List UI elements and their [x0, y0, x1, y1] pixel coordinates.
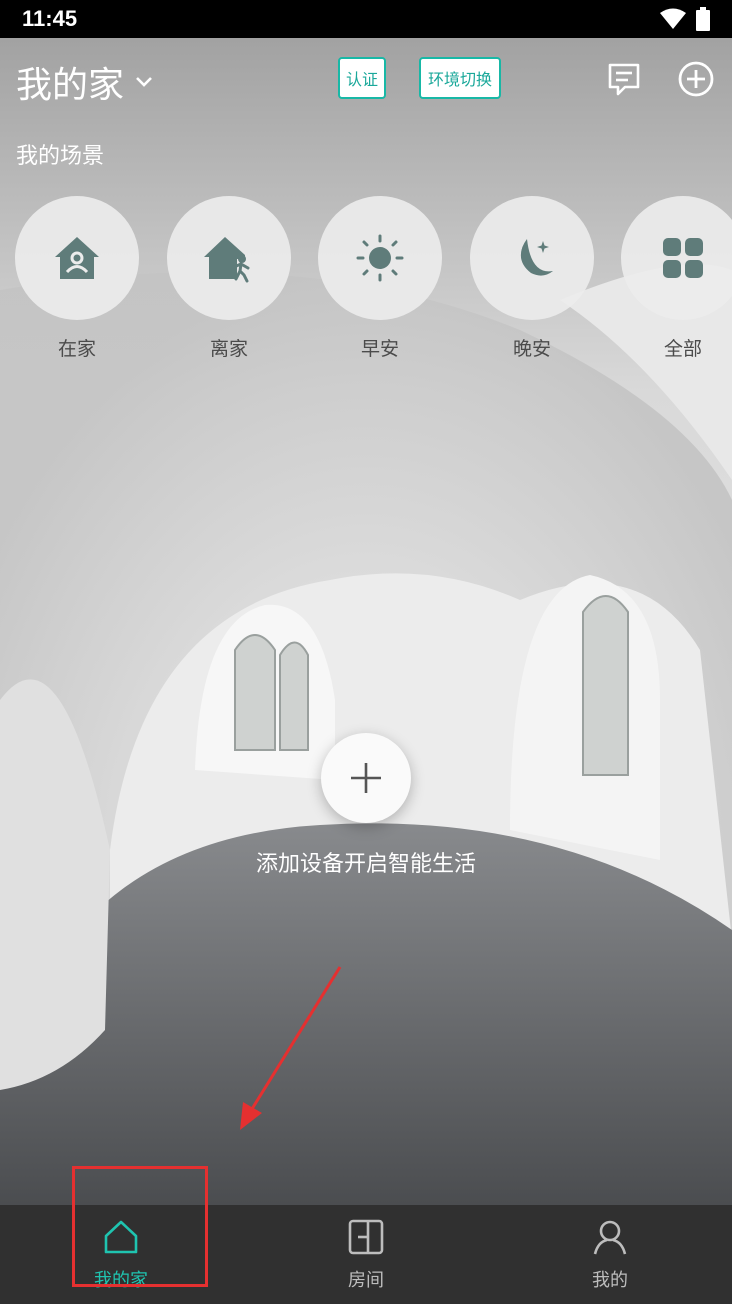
sun-icon [356, 234, 404, 282]
scene-section-title: 我的场景 [16, 144, 105, 169]
env-switch-button[interactable]: 环境切换 [419, 57, 501, 99]
scene-label: 离家 [209, 338, 248, 360]
battery-icon [696, 7, 710, 31]
nav-mine[interactable]: 我的 [540, 1205, 680, 1304]
room-icon [348, 1219, 384, 1255]
scene-list: 在家 离家 早安 晚安 全部 [0, 196, 732, 366]
system-icons [660, 7, 710, 31]
moon-icon [520, 239, 553, 276]
nav-my-home[interactable]: 我的家 [51, 1205, 191, 1304]
nav-label: 我的 [592, 1270, 628, 1291]
status-time: 11:45 [22, 6, 78, 31]
grid-icon [663, 238, 703, 278]
header: 我的家 认证 环境切换 [0, 38, 732, 122]
scene-label: 晚安 [512, 338, 551, 360]
home-selector[interactable]: 我的家 [16, 56, 154, 108]
add-device-button[interactable] [321, 733, 411, 823]
home-person-icon [55, 237, 99, 279]
home-name: 我的家 [16, 65, 125, 106]
nav-rooms[interactable]: 房间 [296, 1205, 436, 1304]
message-icon[interactable] [605, 60, 643, 98]
scene-good-night[interactable]: 晚安 [470, 196, 594, 361]
scene-label: 早安 [360, 338, 399, 360]
add-circle-icon[interactable] [677, 60, 715, 98]
status-bar: 11:45 [0, 0, 732, 38]
nav-label: 我的家 [94, 1270, 148, 1291]
profile-icon [593, 1220, 627, 1255]
chevron-down-icon [136, 77, 152, 87]
scene-label: 在家 [57, 338, 96, 360]
plus-icon [351, 763, 381, 793]
leave-home-icon [204, 237, 250, 283]
scene-leave-home[interactable]: 离家 [167, 196, 291, 361]
scene-label: 全部 [663, 338, 702, 360]
scene-at-home[interactable]: 在家 [15, 196, 139, 361]
auth-button[interactable]: 认证 [338, 57, 386, 99]
add-device-hint: 添加设备开启智能生活 [255, 852, 476, 877]
wifi-icon [660, 8, 686, 29]
scene-all[interactable]: 全部 [621, 196, 732, 361]
bottom-nav: 我的家 房间 我的 [0, 1205, 732, 1304]
nav-label: 房间 [348, 1270, 384, 1291]
app-screen: 11:45 我的家 认证 环境切换 我的场景 在家 离家 早安 晚安 全部 添加… [0, 0, 732, 1304]
home-icon [104, 1220, 138, 1254]
scene-good-morning[interactable]: 早安 [318, 196, 442, 361]
